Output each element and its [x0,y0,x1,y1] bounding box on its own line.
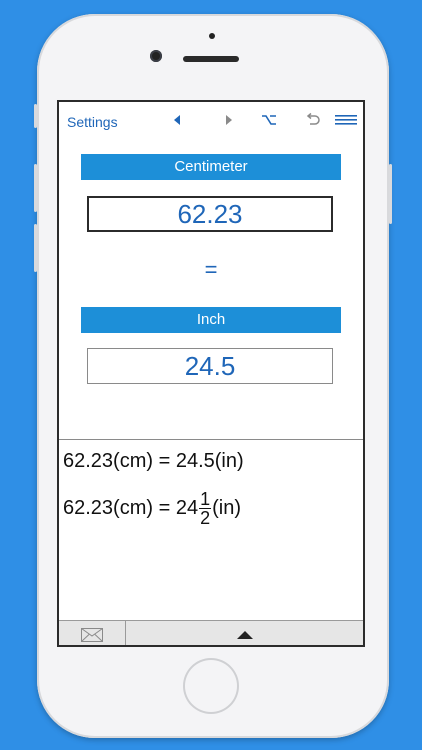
power-button [389,164,392,224]
triangle-up-icon [236,630,253,639]
undo-icon[interactable] [301,110,325,130]
email-button[interactable] [59,621,126,645]
volume-down-button [34,224,37,272]
mute-switch [34,104,37,128]
to-value-output[interactable]: 24.5 [87,348,333,384]
expand-button[interactable] [126,621,363,645]
result-decimal: 62.23(cm) = 24.5(in) [63,450,244,472]
home-button[interactable] [183,658,239,714]
settings-button[interactable]: Settings [67,114,118,130]
bottom-bar [59,620,363,645]
result-fraction-suffix: (in) [212,496,241,519]
option-key-icon[interactable] [257,110,281,130]
toolbar: Settings [59,102,363,142]
fraction-denominator: 2 [200,508,211,528]
result-fraction-prefix: 62.23(cm) = 24 [63,496,199,519]
fraction: 12 [199,489,212,528]
mail-icon [81,627,103,642]
app-screen: Settings Centimeter 62.23 = Inch 24.5 62… [57,100,365,647]
from-value-input[interactable]: 62.23 [87,196,333,232]
to-unit-selector[interactable]: Inch [81,307,341,333]
fraction-numerator: 1 [199,489,212,509]
equals-sign: = [204,257,218,282]
result-fraction: 62.23(cm) = 24 1 2 (in) [63,490,241,527]
earpiece-speaker [183,56,239,62]
front-camera [150,50,162,62]
from-unit-selector[interactable]: Centimeter [81,154,341,180]
menu-icon[interactable] [334,110,358,130]
divider [59,439,363,440]
forward-arrow-icon[interactable] [217,110,241,130]
sensor [209,33,215,39]
back-arrow-icon[interactable] [165,110,189,130]
volume-up-button [34,164,37,212]
